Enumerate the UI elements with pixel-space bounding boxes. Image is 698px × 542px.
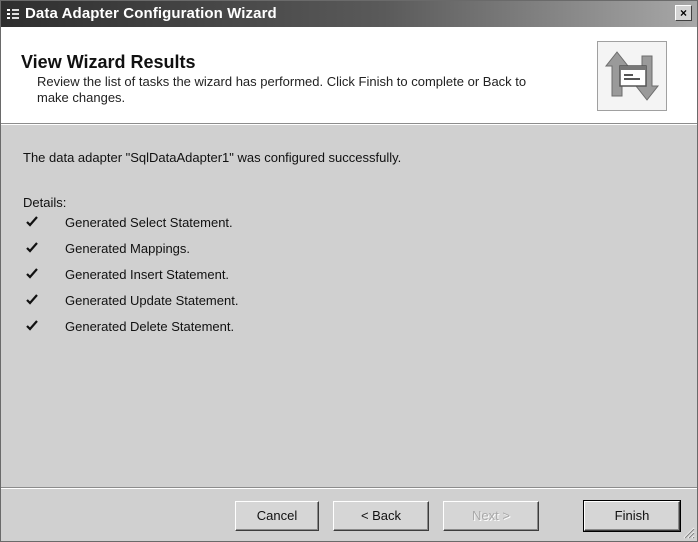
data-adapter-transfer-icon	[597, 41, 667, 111]
back-button[interactable]: < Back	[333, 501, 429, 531]
checkmark-icon	[26, 268, 38, 279]
checkmark-icon	[26, 294, 38, 305]
details-label: Details:	[23, 195, 67, 210]
page-description: Review the list of tasks the wizard has …	[37, 74, 527, 105]
task-label: Generated Select Statement.	[65, 215, 233, 230]
results-panel: The data adapter "SqlDataAdapter1" was c…	[1, 125, 697, 467]
window-title: Data Adapter Configuration Wizard	[25, 5, 277, 22]
checkmark-icon	[26, 216, 38, 227]
task-label: Generated Delete Statement.	[65, 319, 235, 334]
close-icon: ×	[679, 6, 687, 20]
cancel-button[interactable]: Cancel	[235, 501, 319, 531]
close-button[interactable]: ×	[675, 5, 692, 21]
resize-grip-icon[interactable]	[681, 525, 695, 539]
success-message: The data adapter "SqlDataAdapter1" was c…	[23, 150, 402, 165]
wizard-header: View Wizard Results Review the list of t…	[1, 27, 697, 123]
checkmark-icon	[26, 242, 38, 253]
footer-divider	[1, 487, 697, 489]
task-label: Generated Insert Statement.	[65, 267, 230, 282]
wizard-app-icon	[7, 9, 19, 19]
task-label: Generated Update Statement.	[65, 293, 239, 308]
finish-button[interactable]: Finish	[583, 500, 681, 532]
title-bar[interactable]: Data Adapter Configuration Wizard ×	[1, 1, 697, 27]
next-button[interactable]: Next >	[443, 501, 539, 531]
task-label: Generated Mappings.	[65, 241, 191, 256]
wizard-dialog: Data Adapter Configuration Wizard × View…	[0, 0, 698, 542]
page-title: View Wizard Results	[21, 52, 196, 72]
checkmark-icon	[26, 320, 38, 331]
